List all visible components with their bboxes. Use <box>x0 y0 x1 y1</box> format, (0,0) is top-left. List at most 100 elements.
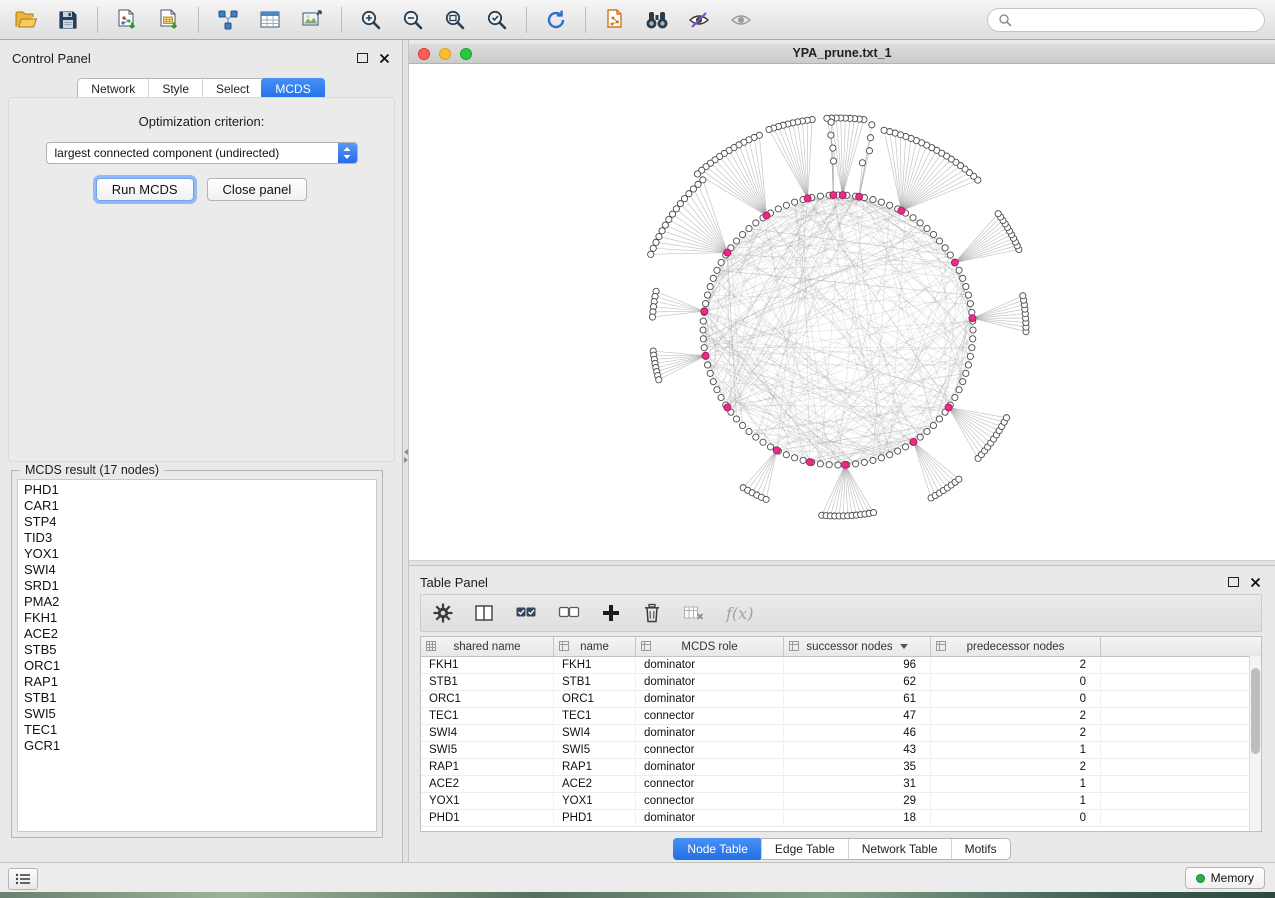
table-settings-button[interactable] <box>433 603 453 623</box>
float-table-panel-icon[interactable] <box>1228 577 1239 587</box>
mcds-result-item[interactable]: RAP1 <box>18 674 376 690</box>
mcds-result-item[interactable]: STB1 <box>18 690 376 706</box>
search-input[interactable] <box>1018 12 1254 28</box>
scrollbar-thumb[interactable] <box>1251 668 1260 754</box>
close-panel-button[interactable]: Close panel <box>207 178 308 201</box>
table-row[interactable]: SWI4 SWI4 dominator 46 2 <box>421 725 1261 742</box>
cell-predecessor-nodes: 2 <box>931 759 1101 775</box>
cell-mcds-role: connector <box>636 742 784 758</box>
cell-predecessor-nodes: 0 <box>931 674 1101 690</box>
tab-select[interactable]: Select <box>202 79 262 99</box>
delete-column-button[interactable] <box>642 603 662 623</box>
apply-layout-button[interactable] <box>540 5 572 35</box>
tab-edge-table[interactable]: Edge Table <box>761 839 848 859</box>
mcds-result-item[interactable]: GCR1 <box>18 738 376 754</box>
tab-network-table[interactable]: Network Table <box>848 839 951 859</box>
select-all-button[interactable] <box>515 603 537 623</box>
column-header-shared-name[interactable]: shared name <box>421 637 554 656</box>
float-panel-icon[interactable] <box>357 53 368 63</box>
column-grid-icon <box>789 641 799 651</box>
column-grid-icon <box>559 641 569 651</box>
status-menu-button[interactable] <box>8 868 38 890</box>
table-row[interactable]: TEC1 TEC1 connector 47 2 <box>421 708 1261 725</box>
mcds-result-item[interactable]: STB5 <box>18 642 376 658</box>
mcds-result-item[interactable]: SRD1 <box>18 578 376 594</box>
network-canvas[interactable] <box>409 64 1275 561</box>
save-session-button[interactable] <box>52 5 84 35</box>
mcds-result-item[interactable]: TEC1 <box>18 722 376 738</box>
zoom-fit-button[interactable] <box>439 5 471 35</box>
clone-network-button[interactable] <box>599 5 631 35</box>
table-panel: Table Panel f(x) shared name na <box>409 566 1275 862</box>
function-builder-button[interactable]: f(x) <box>726 604 753 623</box>
tab-network[interactable]: Network <box>78 79 148 99</box>
add-column-button[interactable] <box>601 603 621 623</box>
close-table-panel-icon[interactable] <box>1250 577 1261 588</box>
tab-node-table[interactable]: Node Table <box>673 838 762 860</box>
cell-successor-nodes: 46 <box>784 725 931 741</box>
mcds-result-item[interactable]: TID3 <box>18 530 376 546</box>
import-network-button[interactable] <box>111 5 143 35</box>
mcds-result-item[interactable]: SWI4 <box>18 562 376 578</box>
mcds-result-item[interactable]: SWI5 <box>18 706 376 722</box>
mcds-result-item[interactable]: YOX1 <box>18 546 376 562</box>
cell-mcds-role: dominator <box>636 759 784 775</box>
cell-mcds-role: dominator <box>636 691 784 707</box>
run-mcds-button[interactable]: Run MCDS <box>96 178 194 201</box>
mcds-result-item[interactable]: PMA2 <box>18 594 376 610</box>
delete-table-button[interactable] <box>683 603 705 623</box>
find-button[interactable] <box>641 5 673 35</box>
zoom-in-icon <box>359 8 383 32</box>
zoom-selected-button[interactable] <box>481 5 513 35</box>
deselect-all-button[interactable] <box>558 603 580 623</box>
show-hide-button[interactable] <box>683 5 715 35</box>
open-file-button[interactable] <box>10 5 42 35</box>
cell-mcds-role: dominator <box>636 810 784 826</box>
mcds-result-item[interactable]: ACE2 <box>18 626 376 642</box>
table-row[interactable]: RAP1 RAP1 dominator 35 2 <box>421 759 1261 776</box>
new-table-button[interactable] <box>254 5 286 35</box>
column-header-mcds-role[interactable]: MCDS role <box>636 637 784 656</box>
column-header-successor-nodes[interactable]: successor nodes <box>784 637 931 656</box>
export-image-button[interactable] <box>296 5 328 35</box>
column-grid-icon <box>426 641 436 651</box>
table-row[interactable]: YOX1 YOX1 connector 29 1 <box>421 793 1261 810</box>
cell-successor-nodes: 29 <box>784 793 931 809</box>
mcds-result-item[interactable]: FKH1 <box>18 610 376 626</box>
cell-name: SWI5 <box>554 742 636 758</box>
zoom-in-button[interactable] <box>355 5 387 35</box>
mcds-result-item[interactable]: PHD1 <box>18 482 376 498</box>
eye-button[interactable] <box>725 5 757 35</box>
table-row[interactable]: PHD1 PHD1 dominator 18 0 <box>421 810 1261 827</box>
cell-predecessor-nodes: 0 <box>931 691 1101 707</box>
mcds-result-item[interactable]: STP4 <box>18 514 376 530</box>
document-network-icon <box>604 8 626 32</box>
import-table-button[interactable] <box>153 5 185 35</box>
mcds-result-item[interactable]: CAR1 <box>18 498 376 514</box>
main-toolbar <box>0 0 1275 40</box>
column-header-name[interactable]: name <box>554 637 636 656</box>
network-graph[interactable] <box>409 64 1275 561</box>
cell-predecessor-nodes: 2 <box>931 708 1101 724</box>
table-scrollbar[interactable] <box>1249 656 1261 831</box>
close-panel-icon[interactable] <box>379 53 390 64</box>
criterion-selected-value: largest connected component (undirected) <box>47 146 338 160</box>
optimization-criterion-select[interactable]: largest connected component (undirected) <box>46 142 358 164</box>
mcds-result-item[interactable]: ORC1 <box>18 658 376 674</box>
tab-style[interactable]: Style <box>148 79 202 99</box>
table-row[interactable]: FKH1 FKH1 dominator 96 2 <box>421 657 1261 674</box>
table-row[interactable]: ACE2 ACE2 connector 31 1 <box>421 776 1261 793</box>
zoom-out-button[interactable] <box>397 5 429 35</box>
column-header-predecessor-nodes[interactable]: predecessor nodes <box>931 637 1101 656</box>
checked-boxes-icon <box>515 603 537 623</box>
table-row[interactable]: ORC1 ORC1 dominator 61 0 <box>421 691 1261 708</box>
tab-motifs[interactable]: Motifs <box>951 839 1010 859</box>
import-table-icon <box>157 8 181 32</box>
new-network-button[interactable] <box>212 5 244 35</box>
memory-button[interactable]: Memory <box>1185 867 1265 889</box>
table-row[interactable]: SWI5 SWI5 connector 43 1 <box>421 742 1261 759</box>
cell-mcds-role: connector <box>636 708 784 724</box>
control-panel-title: Control Panel <box>12 51 91 66</box>
show-columns-button[interactable] <box>474 603 494 623</box>
table-row[interactable]: STB1 STB1 dominator 62 0 <box>421 674 1261 691</box>
